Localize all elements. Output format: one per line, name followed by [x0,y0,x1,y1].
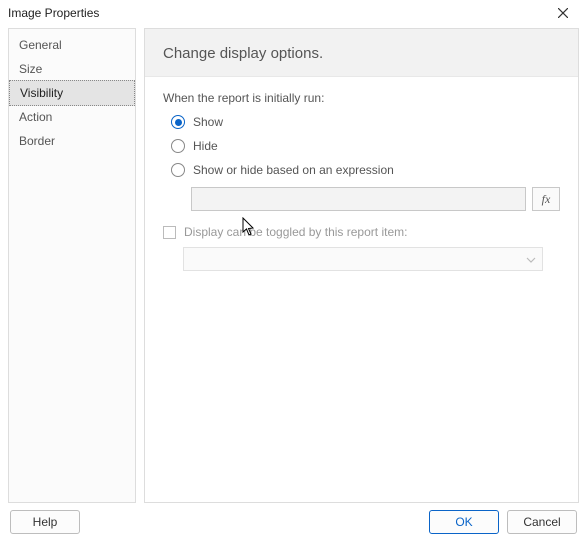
radio-hide[interactable]: Hide [171,139,560,153]
expression-builder-button[interactable]: fx [532,187,560,211]
sidebar-item-action[interactable]: Action [9,105,135,129]
radio-icon [171,115,185,129]
radio-icon [171,139,185,153]
toggle-checkbox-label: Display can be toggled by this report it… [184,225,407,239]
titlebar: Image Properties [0,0,587,28]
content-main: When the report is initially run: Show H… [145,77,578,285]
content-panel: Change display options. When the report … [144,28,579,503]
sidebar-item-border[interactable]: Border [9,129,135,153]
close-button[interactable] [545,2,581,24]
radio-label: Hide [193,139,218,153]
help-button[interactable]: Help [10,510,80,534]
close-icon [558,8,568,18]
expression-input[interactable] [191,187,526,211]
toggle-item-dropdown[interactable] [183,247,543,271]
footer: Help OK Cancel [0,503,587,541]
radio-label: Show or hide based on an expression [193,163,394,177]
dialog-body: General Size Visibility Action Border Ch… [0,28,587,503]
section-label: When the report is initially run: [163,91,560,105]
sidebar: General Size Visibility Action Border [8,28,136,503]
cancel-button[interactable]: Cancel [507,510,577,534]
radio-expression[interactable]: Show or hide based on an expression [171,163,560,177]
radio-label: Show [193,115,223,129]
checkbox-icon [163,226,176,239]
window-title: Image Properties [8,6,99,20]
sidebar-item-visibility[interactable]: Visibility [9,80,135,106]
sidebar-item-general[interactable]: General [9,33,135,57]
toggle-checkbox-row[interactable]: Display can be toggled by this report it… [163,225,560,239]
fx-icon: fx [542,192,551,207]
radio-show[interactable]: Show [171,115,560,129]
chevron-down-icon [526,252,536,266]
expression-row: fx [191,187,560,211]
ok-button[interactable]: OK [429,510,499,534]
sidebar-item-size[interactable]: Size [9,57,135,81]
radio-icon [171,163,185,177]
content-heading: Change display options. [145,29,578,77]
